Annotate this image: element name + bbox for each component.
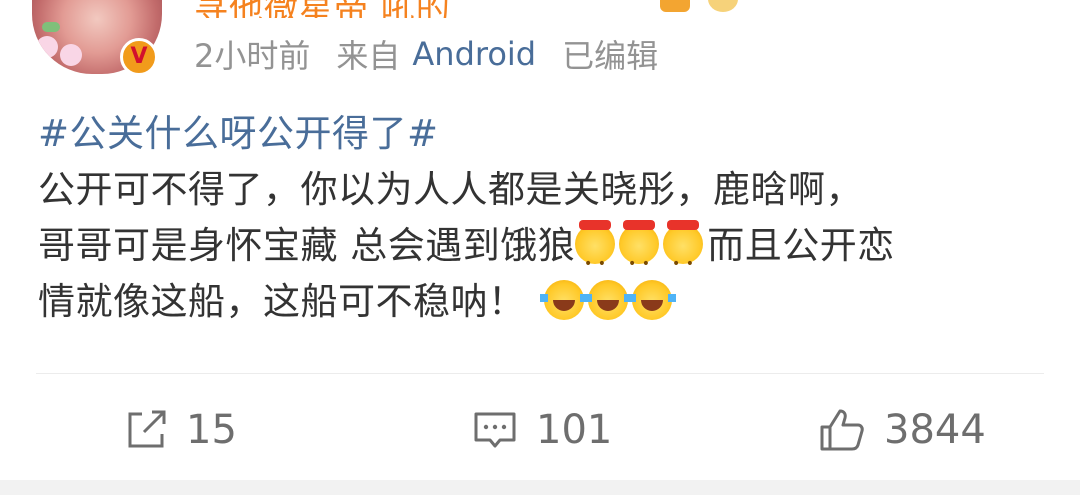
post-text-line-3: 情就像这船，这船可不稳呐！ xyxy=(38,274,1048,330)
comment-icon xyxy=(474,412,516,448)
like-icon xyxy=(820,409,864,451)
repost-count: 15 xyxy=(186,407,237,453)
emoji-hat-icon xyxy=(619,220,660,292)
like-button[interactable]: 3844 xyxy=(818,390,986,470)
post-text-line-1: 公开可不得了，你以为人人都是关晓彤，鹿晗啊， xyxy=(38,168,863,211)
flower-decoration xyxy=(60,44,82,66)
post-time: 2小时前 xyxy=(194,37,311,75)
feed-separator xyxy=(0,480,1080,495)
emoji-laugh-cry-icon xyxy=(539,280,588,320)
post-content: #公关什么呀公开得了# 公开可不得了，你以为人人都是关晓彤，鹿晗啊， 哥哥可是身… xyxy=(38,106,1048,330)
emoji-hat-icon xyxy=(575,220,616,292)
emoji-laugh-cry-icon xyxy=(627,280,676,320)
verified-badge-label: V xyxy=(130,44,148,69)
post-text-line-2: 哥哥可是身怀宝藏 总会遇到饿狼 而且公开恋 xyxy=(38,218,1048,292)
badge-icon xyxy=(660,0,690,12)
repost-button[interactable]: 15 xyxy=(124,390,237,470)
leaf-decoration xyxy=(42,22,60,32)
verified-badge: V xyxy=(120,38,158,76)
divider xyxy=(36,373,1044,374)
post-header: V 寻他微星帝 吼的 2小时前 来自 Android 已编辑 xyxy=(0,0,1080,100)
author-name[interactable]: 寻他微星帝 吼的 xyxy=(194,0,954,18)
comment-count: 101 xyxy=(536,407,613,453)
like-count: 3844 xyxy=(884,407,986,453)
action-bar: 15 101 3844 xyxy=(0,390,1080,470)
source-app-link[interactable]: Android xyxy=(412,35,536,73)
post-meta: 2小时前 来自 Android 已编辑 xyxy=(194,32,658,76)
flower-decoration xyxy=(36,36,58,58)
hashtag-link[interactable]: #公关什么呀公开得了# xyxy=(38,106,1048,162)
emoji-hat-icon xyxy=(663,220,704,292)
post-text-line-3-text: 情就像这船，这船可不稳呐！ xyxy=(38,280,526,323)
post-text-line-2-tail: 而且公开恋 xyxy=(707,224,895,267)
emoji-laugh-cry-icon xyxy=(583,280,632,320)
comment-button[interactable]: 101 xyxy=(472,390,612,470)
source-prefix: 来自 xyxy=(336,37,401,75)
edited-label[interactable]: 已编辑 xyxy=(562,31,658,77)
post-text-line-2-text: 哥哥可是身怀宝藏 总会遇到饿狼 xyxy=(38,224,576,267)
repost-icon xyxy=(128,410,166,448)
